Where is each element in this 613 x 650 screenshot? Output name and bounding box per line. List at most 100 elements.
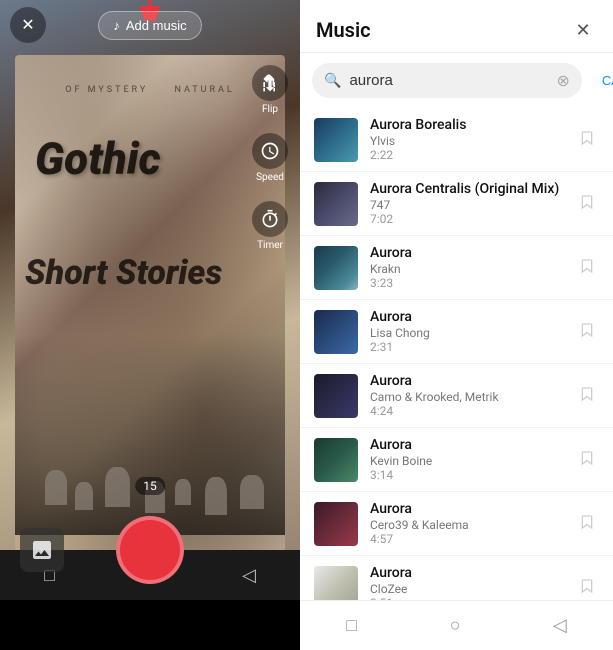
add-music-container: ♪ Add music xyxy=(98,11,201,40)
track-duration-6: 4:57 xyxy=(370,532,563,546)
add-music-label: Add music xyxy=(126,18,187,33)
bookmark-button-6[interactable] xyxy=(575,510,599,538)
track-art-3 xyxy=(314,310,358,354)
music-panel-nav: □ ○ ◁ xyxy=(300,600,613,650)
music-panel-header: Music ✕ xyxy=(300,0,613,53)
track-artist-6: Cero39 & Kaleema xyxy=(370,518,563,532)
track-name-7: Aurora xyxy=(370,565,563,581)
track-info-6: Aurora Cero39 & Kaleema 4:57 xyxy=(370,501,563,546)
track-art-7 xyxy=(314,566,358,601)
music-panel: Music ✕ 🔍 ⊗ CANCEL Aurora Borealis Ylvis… xyxy=(300,0,613,650)
track-art-0 xyxy=(314,118,358,162)
timer-count: 15 xyxy=(143,479,157,493)
track-artist-7: CloZee xyxy=(370,582,563,596)
track-name-5: Aurora xyxy=(370,437,563,453)
camera-right-toolbar: Flip Speed Timer xyxy=(240,50,300,266)
track-name-1: Aurora Centralis (Original Mix) xyxy=(370,181,563,197)
track-art-inner-2 xyxy=(314,246,358,290)
track-info-7: Aurora CloZee 3:51 xyxy=(370,565,563,600)
track-art-inner-6 xyxy=(314,502,358,546)
record-button[interactable] xyxy=(116,516,184,584)
book-title-gothic: Gothic xyxy=(35,135,161,183)
track-art-inner-5 xyxy=(314,438,358,482)
timer-icon xyxy=(252,201,288,237)
track-art-inner-4 xyxy=(314,374,358,418)
track-info-2: Aurora Krakn 3:23 xyxy=(370,245,563,290)
track-item-7[interactable]: Aurora CloZee 3:51 xyxy=(300,556,613,600)
track-info-0: Aurora Borealis Ylvis 2:22 xyxy=(370,117,563,162)
track-item-2[interactable]: Aurora Krakn 3:23 xyxy=(300,236,613,300)
camera-top-bar: ✕ ♪ Add music xyxy=(0,0,300,50)
track-artist-5: Kevin Boine xyxy=(370,454,563,468)
bookmark-button-4[interactable] xyxy=(575,382,599,410)
bookmark-button-7[interactable] xyxy=(575,574,599,601)
search-bar: 🔍 ⊗ xyxy=(312,63,582,98)
track-duration-3: 2:31 xyxy=(370,340,563,354)
track-name-6: Aurora xyxy=(370,501,563,517)
timer-label: Timer xyxy=(257,240,283,251)
track-duration-2: 3:23 xyxy=(370,276,563,290)
track-art-5 xyxy=(314,438,358,482)
track-info-1: Aurora Centralis (Original Mix) 747 7:02 xyxy=(370,181,563,226)
track-art-4 xyxy=(314,374,358,418)
track-item-4[interactable]: Aurora Camo & Krooked, Metrik 4:24 xyxy=(300,364,613,428)
track-name-4: Aurora xyxy=(370,373,563,389)
music-note-icon: ♪ xyxy=(113,18,120,33)
search-input[interactable] xyxy=(349,72,548,89)
flip-icon xyxy=(252,65,288,101)
flip-button[interactable]: Flip xyxy=(252,65,288,115)
track-name-3: Aurora xyxy=(370,309,563,325)
track-duration-4: 4:24 xyxy=(370,404,563,418)
track-duration-5: 3:14 xyxy=(370,468,563,482)
track-info-3: Aurora Lisa Chong 2:31 xyxy=(370,309,563,354)
timer-button[interactable]: Timer xyxy=(252,201,288,251)
track-art-1 xyxy=(314,182,358,226)
track-artist-4: Camo & Krooked, Metrik xyxy=(370,390,563,404)
timer-badge: 15 xyxy=(135,477,165,495)
track-art-inner-1 xyxy=(314,182,358,226)
track-info-4: Aurora Camo & Krooked, Metrik 4:24 xyxy=(370,373,563,418)
speed-button[interactable]: Speed xyxy=(252,133,288,183)
close-music-panel-button[interactable]: ✕ xyxy=(569,16,597,44)
gallery-button[interactable] xyxy=(20,528,64,572)
track-artist-0: Ylvis xyxy=(370,134,563,148)
track-info-5: Aurora Kevin Boine 3:14 xyxy=(370,437,563,482)
gallery-icon xyxy=(30,538,54,562)
track-item-3[interactable]: Aurora Lisa Chong 2:31 xyxy=(300,300,613,364)
flip-label: Flip xyxy=(262,104,278,115)
track-name-2: Aurora xyxy=(370,245,563,261)
book-subtitle: OF MYSTERY NATURAL xyxy=(65,85,234,95)
search-clear-icon[interactable]: ⊗ xyxy=(556,71,569,90)
bookmark-button-2[interactable] xyxy=(575,254,599,282)
search-icon: 🔍 xyxy=(324,73,341,89)
track-item-6[interactable]: Aurora Cero39 & Kaleema 4:57 xyxy=(300,492,613,556)
music-panel-title: Music xyxy=(316,18,371,42)
track-art-2 xyxy=(314,246,358,290)
close-camera-icon: ✕ xyxy=(21,15,34,35)
track-item-1[interactable]: Aurora Centralis (Original Mix) 747 7:02 xyxy=(300,172,613,236)
track-artist-3: Lisa Chong xyxy=(370,326,563,340)
nav-square-icon-music[interactable]: □ xyxy=(336,605,367,646)
track-item-5[interactable]: Aurora Kevin Boine 3:14 xyxy=(300,428,613,492)
track-duration-1: 7:02 xyxy=(370,212,563,226)
nav-circle-icon-music[interactable]: ○ xyxy=(440,605,471,646)
add-music-button[interactable]: ♪ Add music xyxy=(98,11,201,40)
track-artist-2: Krakn xyxy=(370,262,563,276)
track-duration-0: 2:22 xyxy=(370,148,563,162)
cancel-search-button[interactable]: CANCEL xyxy=(594,73,613,88)
bookmark-button-0[interactable] xyxy=(575,126,599,154)
bookmark-button-5[interactable] xyxy=(575,446,599,474)
track-name-0: Aurora Borealis xyxy=(370,117,563,133)
camera-bottom xyxy=(0,500,300,600)
track-art-inner-7 xyxy=(314,566,358,601)
speed-label: Speed xyxy=(256,172,284,183)
track-item-0[interactable]: Aurora Borealis Ylvis 2:22 xyxy=(300,108,613,172)
speed-icon xyxy=(252,133,288,169)
bookmark-button-1[interactable] xyxy=(575,190,599,218)
track-art-6 xyxy=(314,502,358,546)
nav-triangle-icon-music[interactable]: ◁ xyxy=(543,605,577,646)
camera-view: OF MYSTERY NATURAL Gothic Short Stories … xyxy=(0,0,300,600)
track-artist-1: 747 xyxy=(370,198,563,212)
close-camera-button[interactable]: ✕ xyxy=(10,7,46,43)
bookmark-button-3[interactable] xyxy=(575,318,599,346)
